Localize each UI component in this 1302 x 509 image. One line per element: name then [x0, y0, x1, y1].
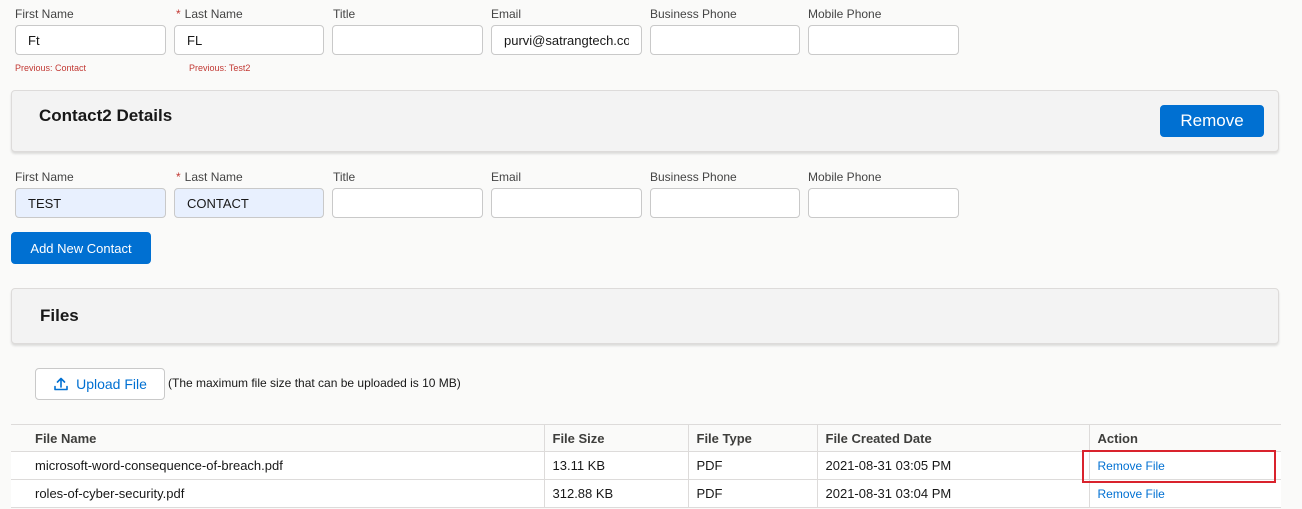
upload-file-button[interactable]: Upload File — [35, 368, 165, 400]
business-phone-input[interactable] — [650, 25, 800, 55]
action-cell: Remove File — [1088, 451, 1281, 480]
remove-file-link[interactable]: Remove File — [1098, 487, 1165, 501]
file-created-date-cell: 2021-08-31 03:04 PM — [816, 479, 1089, 508]
column-header-file-created-date[interactable]: File Created Date — [816, 424, 1089, 452]
last-name-input[interactable] — [174, 25, 324, 55]
column-header-file-size[interactable]: File Size — [543, 424, 688, 452]
files-section-header: Files — [11, 288, 1279, 344]
table-row: microsoft-word-consequence-of-breach.pdf… — [11, 451, 1281, 480]
last-name-label-text: Last Name — [184, 7, 243, 21]
first-name-input[interactable] — [15, 25, 166, 55]
file-name-cell: microsoft-word-consequence-of-breach.pdf — [11, 451, 544, 480]
file-type-cell: PDF — [687, 479, 817, 508]
contact2-mobile-phone-input[interactable] — [808, 188, 959, 218]
contact2-title-label: Title — [333, 170, 356, 184]
file-created-date-cell: 2021-08-31 03:05 PM — [816, 451, 1089, 480]
last-name-label: * Last Name — [176, 7, 243, 21]
contact2-title-input[interactable] — [332, 188, 483, 218]
upload-size-note: (The maximum file size that can be uploa… — [168, 376, 461, 390]
contact2-last-name-label-text: Last Name — [184, 170, 243, 184]
contact2-email-input[interactable] — [491, 188, 642, 218]
column-header-file-name[interactable]: File Name — [11, 424, 544, 452]
table-row: roles-of-cyber-security.pdf 312.88 KB PD… — [11, 479, 1281, 508]
contact2-mobile-phone-label: Mobile Phone — [808, 170, 882, 184]
contact2-section-title: Contact2 Details — [39, 106, 173, 125]
column-header-file-type[interactable]: File Type — [687, 424, 817, 452]
add-new-contact-button[interactable]: Add New Contact — [11, 232, 151, 264]
mobile-phone-input[interactable] — [808, 25, 959, 55]
remove-contact-button[interactable]: Remove — [1160, 105, 1264, 137]
upload-file-label: Upload File — [76, 376, 147, 392]
business-phone-label: Business Phone — [650, 7, 737, 21]
contact2-section-header: Contact2 Details Remove — [11, 90, 1279, 152]
contact2-business-phone-label: Business Phone — [650, 170, 737, 184]
remove-file-link[interactable]: Remove File — [1098, 459, 1165, 473]
title-input[interactable] — [332, 25, 483, 55]
contact2-first-name-input[interactable] — [15, 188, 166, 218]
file-size-cell: 312.88 KB — [543, 479, 688, 508]
contact2-last-name-label: * Last Name — [176, 170, 243, 184]
file-type-cell: PDF — [687, 451, 817, 480]
required-marker: * — [176, 170, 181, 184]
required-marker: * — [176, 7, 181, 21]
contact2-business-phone-input[interactable] — [650, 188, 800, 218]
email-label: Email — [491, 7, 522, 21]
mobile-phone-label: Mobile Phone — [808, 7, 882, 21]
column-header-action: Action — [1088, 424, 1281, 452]
action-cell: Remove File — [1088, 479, 1281, 508]
first-name-label: First Name — [15, 7, 74, 21]
last-name-previous: Previous: Test2 — [189, 63, 251, 73]
table-header-row: File Name File Size File Type File Creat… — [11, 424, 1281, 452]
file-name-cell: roles-of-cyber-security.pdf — [11, 479, 544, 508]
title-label: Title — [333, 7, 356, 21]
first-name-previous: Previous: Contact — [15, 63, 87, 73]
email-input[interactable] — [491, 25, 642, 55]
contact2-last-name-input[interactable] — [174, 188, 324, 218]
file-size-cell: 13.11 KB — [543, 451, 688, 480]
contact2-first-name-label: First Name — [15, 170, 74, 184]
contact2-email-label: Email — [491, 170, 522, 184]
files-section-title: Files — [40, 306, 79, 325]
files-table: File Name File Size File Type File Creat… — [11, 424, 1281, 508]
upload-icon — [54, 377, 68, 391]
